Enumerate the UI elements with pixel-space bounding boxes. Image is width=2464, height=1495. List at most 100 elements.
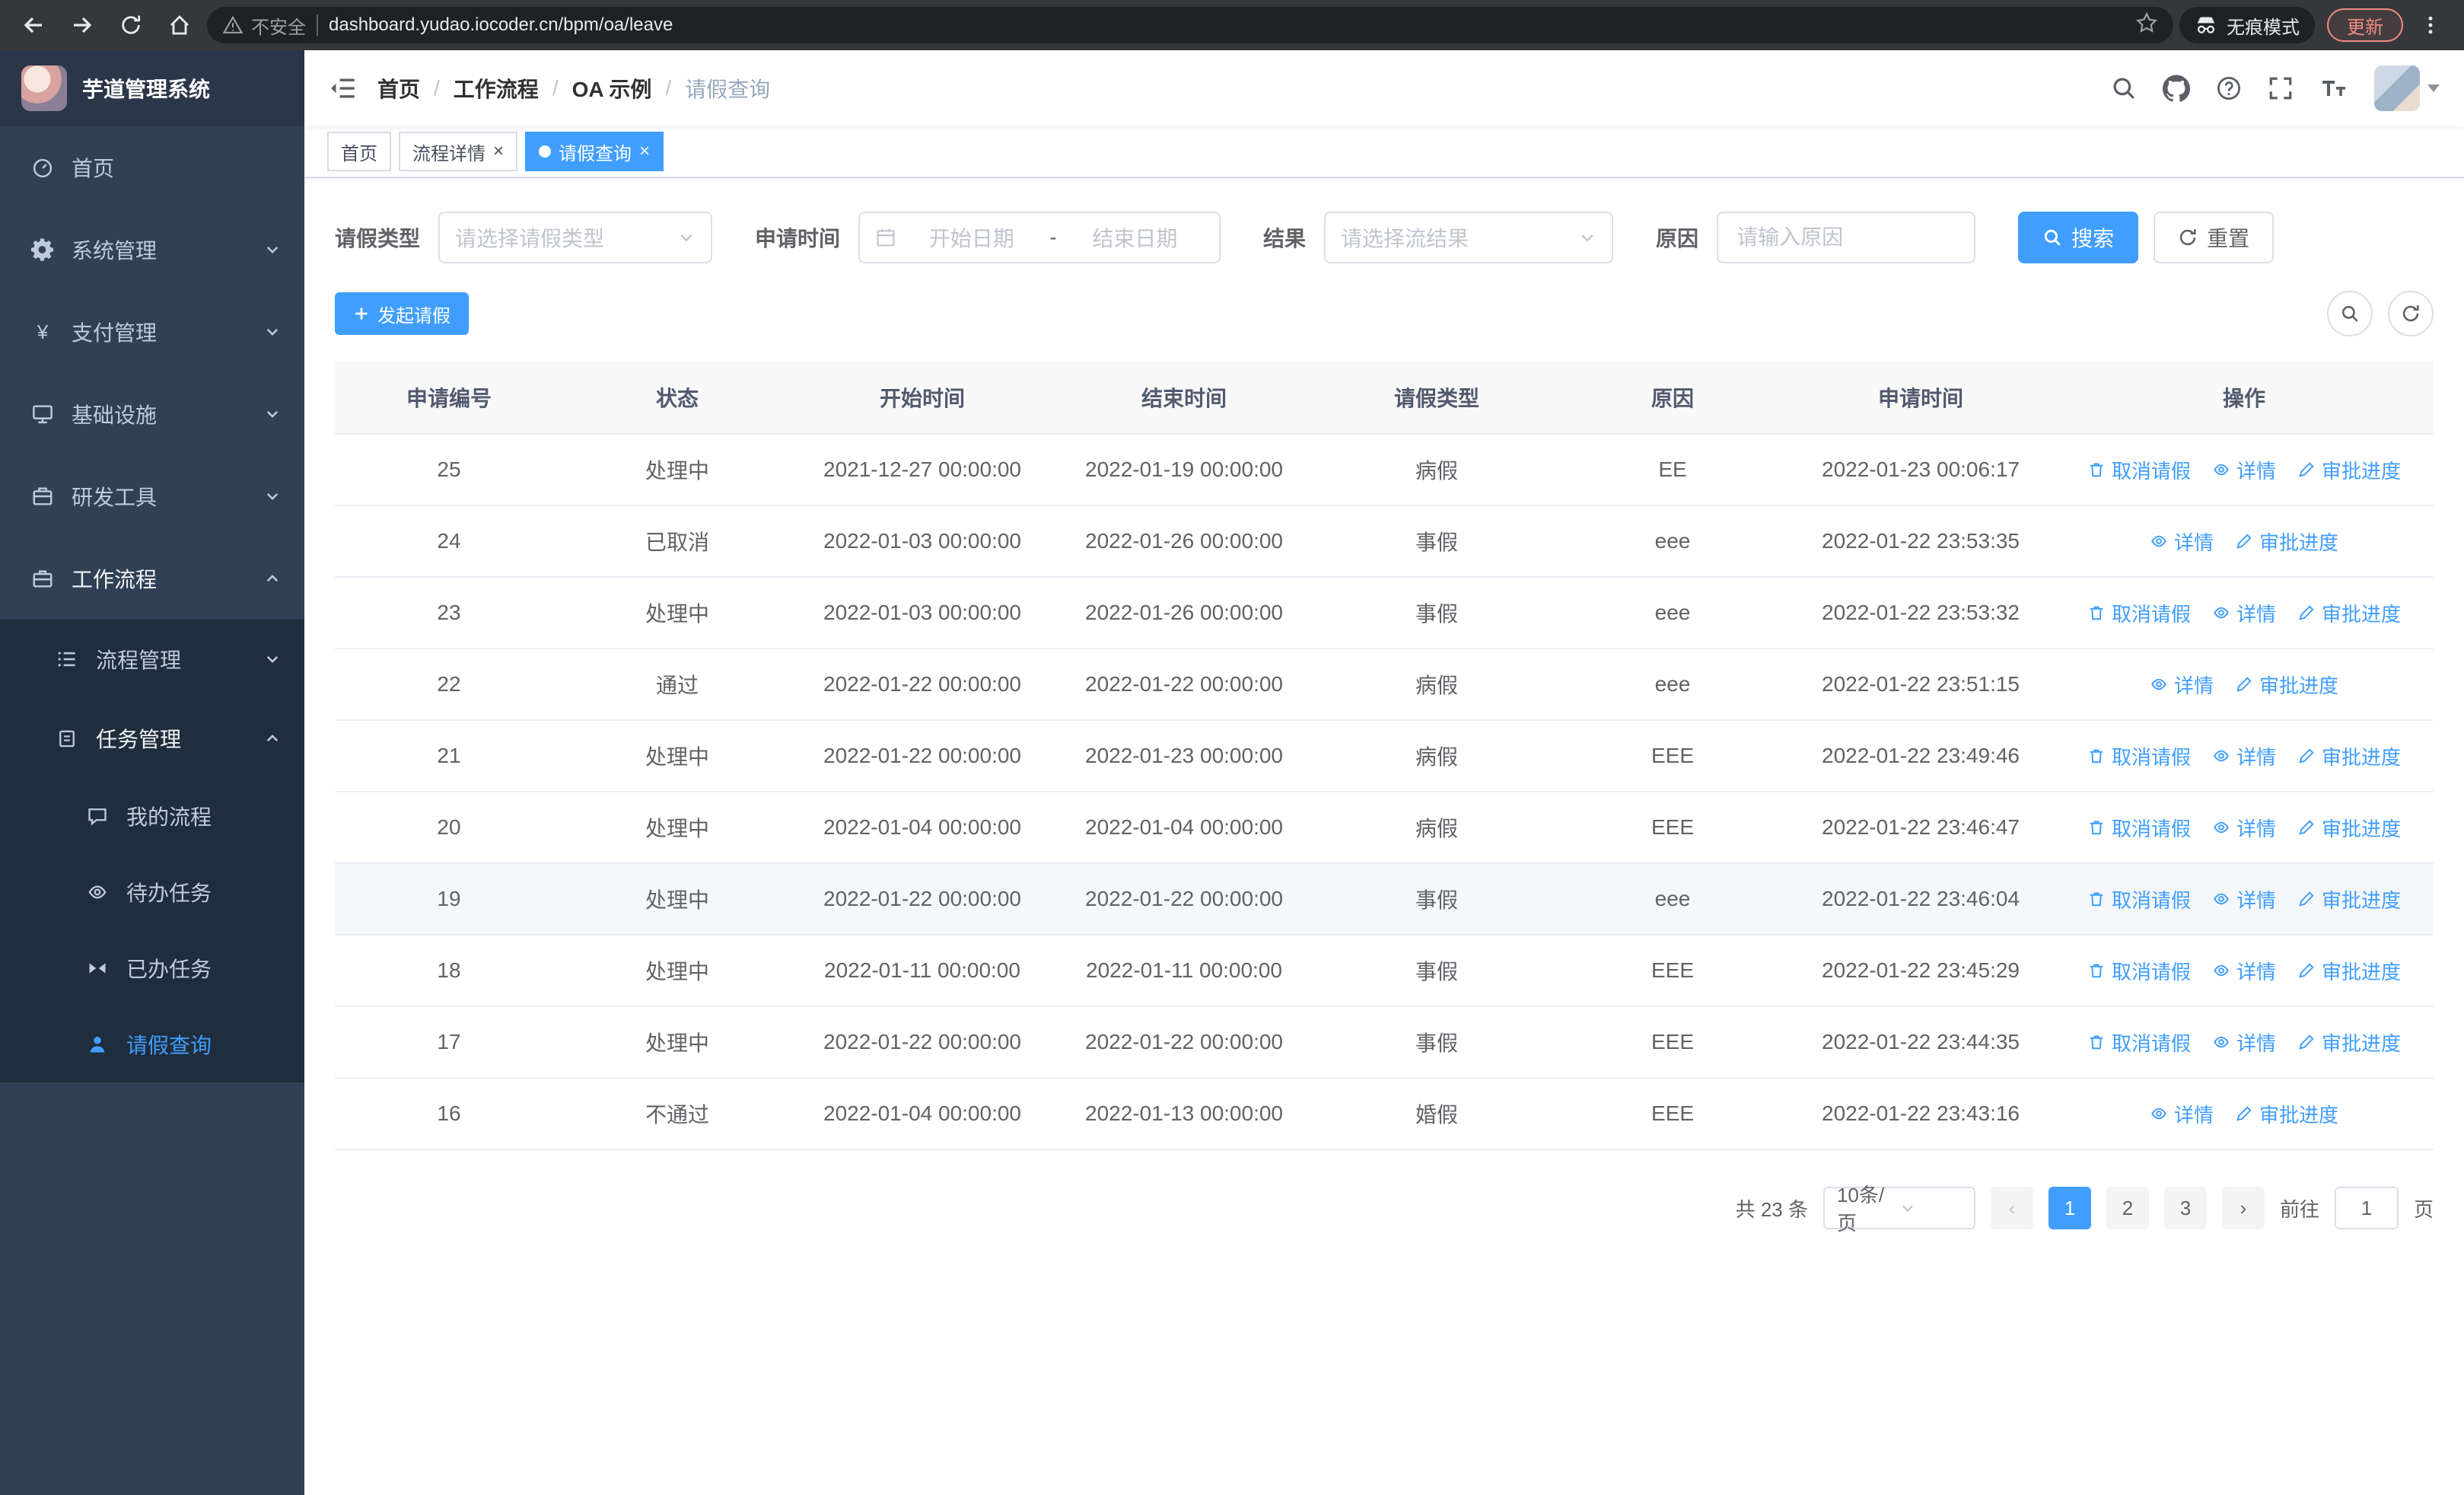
approval-progress-link[interactable]: 审批进度 <box>2297 814 2401 842</box>
search-button[interactable]: 搜索 <box>2018 212 2139 263</box>
page-size-select[interactable]: 10条/页 <box>1823 1184 1975 1235</box>
sidebar-item-system[interactable]: 系统管理 <box>0 209 304 291</box>
github-icon[interactable] <box>2163 75 2190 102</box>
approval-progress-link[interactable]: 审批进度 <box>2235 1100 2338 1128</box>
security-warning[interactable]: 不安全 <box>222 12 306 39</box>
detail-link[interactable]: 详情 <box>2212 814 2276 842</box>
create-leave-button[interactable]: 发起请假 <box>335 292 469 335</box>
search-icon[interactable] <box>2111 75 2137 101</box>
eye-icon <box>2214 750 2229 762</box>
app-title: 芋道管理系统 <box>82 78 211 101</box>
edit-icon <box>2299 891 2314 907</box>
detail-link[interactable]: 详情 <box>2150 528 2214 556</box>
browser-back-button[interactable] <box>12 4 55 46</box>
pagination-prev-button[interactable]: ‹ <box>1990 1187 2033 1229</box>
eye-icon <box>2214 893 2229 905</box>
pagination-page-1[interactable]: 1 <box>2048 1187 2091 1229</box>
cancel-leave-link[interactable]: 取消请假 <box>2087 456 2191 484</box>
approval-progress-link[interactable]: 审批进度 <box>2297 957 2401 985</box>
user-menu[interactable] <box>2374 65 2440 111</box>
address-bar[interactable]: 不安全 dashboard.yudao.iocoder.cn/bpm/oa/le… <box>207 7 2173 43</box>
cancel-leave-link[interactable]: 取消请假 <box>2087 885 2191 913</box>
trash-icon <box>2090 1035 2103 1050</box>
sidebar-item-payment[interactable]: ¥ 支付管理 <box>0 291 304 373</box>
top-navbar: 首页 / 工作流程 / OA 示例 / 请假查询 <box>304 50 2464 126</box>
incognito-badge: 无痕模式 <box>2179 7 2315 43</box>
chevron-down-icon <box>265 406 280 422</box>
trash-icon <box>2090 821 2103 835</box>
approval-progress-link[interactable]: 审批进度 <box>2235 671 2338 699</box>
pagination-page-3[interactable]: 3 <box>2163 1187 2207 1229</box>
sidebar-item-process-mgmt[interactable]: 流程管理 <box>0 620 304 699</box>
approval-progress-link[interactable]: 审批进度 <box>2297 885 2401 913</box>
detail-link[interactable]: 详情 <box>2212 456 2276 484</box>
detail-link[interactable]: 详情 <box>2150 671 2214 699</box>
fullscreen-icon[interactable] <box>2268 75 2294 101</box>
leave-type-select[interactable]: 请选择请假类型 <box>438 212 713 263</box>
tab-leave-query[interactable]: 请假查询 × <box>525 132 664 171</box>
detail-link[interactable]: 详情 <box>2212 885 2276 913</box>
detail-link[interactable]: 详情 <box>2212 742 2276 770</box>
tab-close-icon[interactable]: × <box>639 142 650 161</box>
pagination-goto-input[interactable] <box>2334 1187 2399 1229</box>
detail-link[interactable]: 详情 <box>2212 599 2276 627</box>
sidebar-item-done-tasks[interactable]: 已办任务 <box>0 930 304 1006</box>
tab-process-detail[interactable]: 流程详情 × <box>399 132 518 171</box>
eye-icon <box>2151 1108 2166 1120</box>
sidebar-item-devtools[interactable]: 研发工具 <box>0 455 304 537</box>
approval-progress-link[interactable]: 审批进度 <box>2297 742 2401 770</box>
sidebar-item-home[interactable]: 首页 <box>0 126 304 209</box>
eye-icon <box>2214 464 2229 476</box>
approval-progress-link[interactable]: 审批进度 <box>2297 456 2401 484</box>
clipboard-icon <box>55 726 79 751</box>
sidebar-item-infra[interactable]: 基础设施 <box>0 373 304 455</box>
breadcrumb-oa-example[interactable]: OA 示例 <box>572 73 652 104</box>
browser-menu-button[interactable] <box>2409 4 2452 46</box>
apply-time-range-picker[interactable]: 开始日期 - 结束日期 <box>858 212 1221 263</box>
font-size-icon[interactable] <box>2319 75 2348 101</box>
cancel-leave-link[interactable]: 取消请假 <box>2087 599 2191 627</box>
approval-progress-link[interactable]: 审批进度 <box>2297 1028 2401 1057</box>
cancel-leave-link[interactable]: 取消请假 <box>2087 957 2191 985</box>
bookmark-star-icon[interactable] <box>2135 11 2158 40</box>
sidebar-collapse-button[interactable] <box>329 75 356 102</box>
app-logo-row[interactable]: 芋道管理系统 <box>0 50 304 126</box>
detail-link[interactable]: 详情 <box>2150 1100 2214 1128</box>
pagination-page-2[interactable]: 2 <box>2106 1187 2149 1229</box>
pagination-next-button[interactable]: › <box>2221 1187 2265 1229</box>
incognito-icon <box>2197 17 2215 33</box>
sidebar-item-todo-tasks[interactable]: 待办任务 <box>0 854 304 930</box>
detail-link[interactable]: 详情 <box>2212 1028 2276 1057</box>
browser-reload-button[interactable] <box>110 4 152 46</box>
browser-update-button[interactable]: 更新 <box>2327 8 2403 42</box>
approval-progress-link[interactable]: 审批进度 <box>2235 528 2338 556</box>
header-status: 状态 <box>563 361 791 435</box>
browser-forward-button[interactable] <box>61 4 103 46</box>
tab-close-icon[interactable]: × <box>493 142 504 161</box>
refresh-table-button[interactable] <box>2388 291 2434 336</box>
sidebar-item-my-process[interactable]: 我的流程 <box>0 778 304 854</box>
breadcrumb-home[interactable]: 首页 <box>377 73 420 104</box>
approval-progress-link[interactable]: 审批进度 <box>2297 599 2401 627</box>
trash-icon <box>2090 749 2103 763</box>
tab-home[interactable]: 首页 × <box>327 132 391 171</box>
cancel-leave-link[interactable]: 取消请假 <box>2087 742 2191 770</box>
browser-home-button[interactable] <box>158 4 201 46</box>
reason-input[interactable] <box>1717 212 1976 263</box>
header-reason: 原因 <box>1558 361 1787 435</box>
result-select[interactable]: 请选择流结果 <box>1324 212 1614 263</box>
cancel-leave-link[interactable]: 取消请假 <box>2087 814 2191 842</box>
chevron-down-icon <box>1899 1200 1962 1216</box>
sidebar-item-leave-query[interactable]: 请假查询 <box>0 1006 304 1082</box>
toggle-search-button[interactable] <box>2327 291 2373 336</box>
table-row: 24 已取消 2022-01-03 00:00:00 2022-01-26 00… <box>335 505 2434 578</box>
cancel-leave-link[interactable]: 取消请假 <box>2087 1028 2191 1057</box>
sidebar-item-workflow[interactable]: 工作流程 <box>0 537 304 620</box>
help-icon[interactable] <box>2216 75 2242 101</box>
sidebar-item-task-mgmt[interactable]: 任务管理 <box>0 699 304 778</box>
table-row: 22 通过 2022-01-22 00:00:00 2022-01-22 00:… <box>335 649 2434 721</box>
breadcrumb-workflow[interactable]: 工作流程 <box>454 73 539 104</box>
detail-link[interactable]: 详情 <box>2212 957 2276 985</box>
reset-button[interactable]: 重置 <box>2154 212 2275 263</box>
chevron-down-icon <box>677 228 696 247</box>
